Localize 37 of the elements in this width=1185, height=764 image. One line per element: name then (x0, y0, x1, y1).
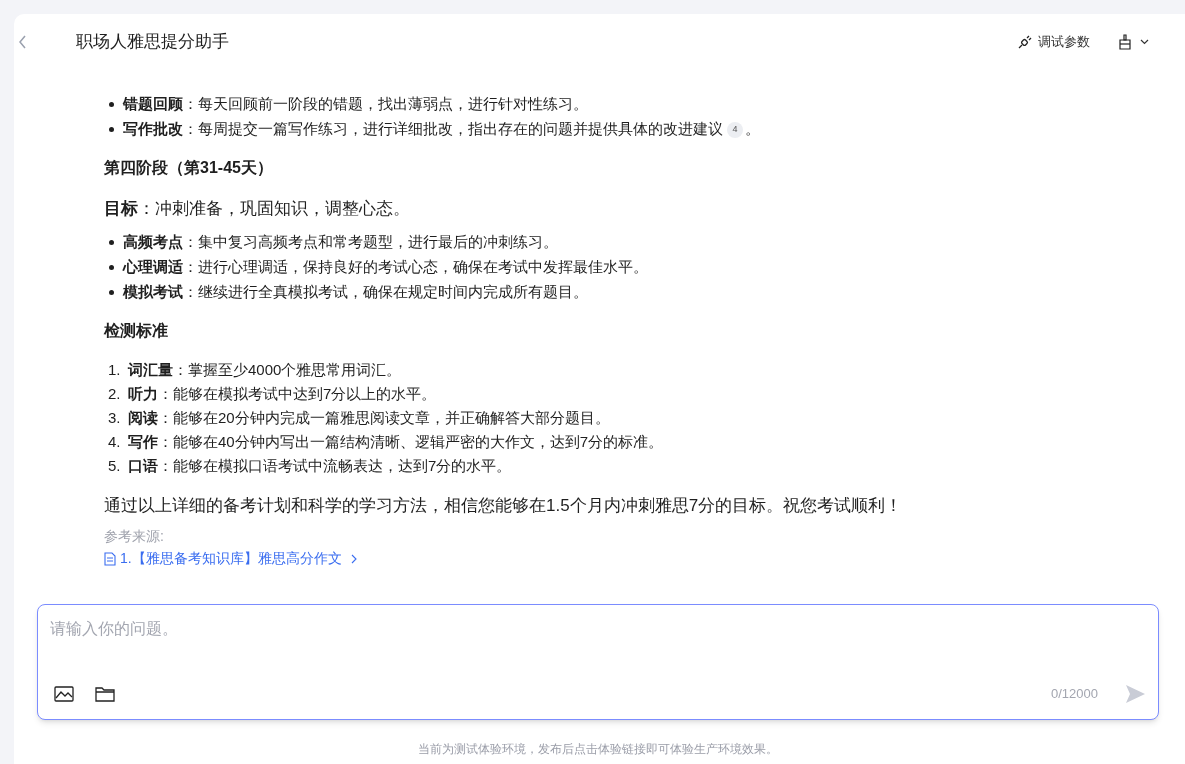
list-item-text: 心理调适：进行心理调适，保持良好的考试心态，确保在考试中发挥最佳水平。 (123, 256, 648, 277)
broom-dropdown-button[interactable] (1118, 34, 1149, 50)
image-icon[interactable] (54, 686, 74, 702)
question-input[interactable]: 请输入你的问题。 (50, 617, 1146, 641)
sources-label: 参考来源: (104, 527, 165, 546)
punctuation: 。 (745, 119, 760, 140)
list-number: 3. (107, 408, 122, 429)
list-item-text: 词汇量：掌握至少4000个雅思常用词汇。 (128, 360, 402, 381)
back-icon[interactable] (18, 35, 28, 49)
list-item-text: 阅读：能够在20分钟内完成一篇雅思阅读文章，并正确解答大部分题目。 (128, 408, 610, 429)
list-item-text: 错题回顾：每天回顾前一阶段的错题，找出薄弱点，进行针对性练习。 (123, 94, 588, 115)
character-counter: 0/12000 (1051, 685, 1098, 704)
list-item-text: 口语：能够在模拟口语考试中流畅表达，达到7分的水平。 (128, 456, 512, 477)
list-number: 1. (107, 360, 122, 381)
paragraph: 通过以上详细的备考计划和科学的学习方法，相信您能够在1.5个月内冲刺雅思7分的目标。祝您考试顺利！ (104, 494, 904, 517)
debug-params-button[interactable]: 调试参数 (1017, 32, 1090, 52)
broom-icon (1118, 34, 1132, 50)
paragraph: 目标：冲刺准备，巩固知识，调整心态。 (104, 198, 411, 220)
list-number: 4. (107, 432, 122, 453)
source-link[interactable]: 1.【雅思备考知识库】雅思高分作文 (104, 548, 358, 569)
list-number: 2. (107, 384, 122, 405)
section-heading: 检测标准 (104, 320, 169, 341)
plug-icon (1017, 34, 1033, 50)
chevron-right-icon (349, 553, 358, 564)
caret-icon (1140, 39, 1149, 45)
citation-badge[interactable]: 4 (727, 121, 743, 138)
list-item-text: 高频考点：集中复习高频考点和常考题型，进行最后的冲刺练习。 (123, 231, 558, 252)
folder-icon[interactable] (95, 686, 115, 702)
window-title: 职场人雅思提分助手 (76, 31, 229, 54)
list-item-text: 写作批改：每周提交一篇写作练习，进行详细批改，指出存在的问题并提供具体的改进建议 (123, 119, 723, 140)
list-item-text: 模拟考试：继续进行全真模拟考试，确保在规定时间内完成所有题目。 (123, 281, 588, 302)
section-heading: 第四阶段（第31-45天） (104, 158, 274, 178)
list-item-text: 听力：能够在模拟考试中达到7分以上的水平。 (128, 384, 437, 405)
environment-notice: 当前为测试体验环境，发布后点击体验链接即可体验生产环境效果。 (418, 741, 778, 758)
list-number: 5. (107, 456, 122, 477)
document-icon (104, 551, 116, 566)
list-item-text: 写作：能够在40分钟内写出一篇结构清晰、逻辑严密的大作文，达到7分的标准。 (128, 432, 664, 453)
